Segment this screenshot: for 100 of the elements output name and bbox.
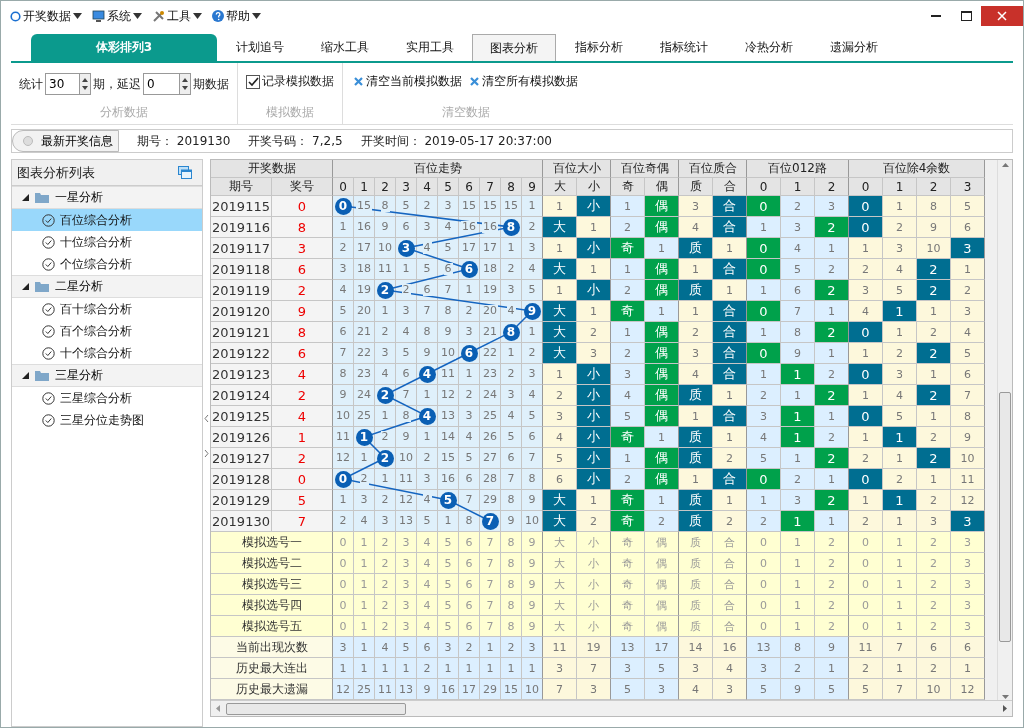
cell-number: 18: [482, 263, 498, 275]
cell-number: 3: [359, 494, 369, 506]
table-cell: 2: [815, 427, 849, 448]
periods-field[interactable]: 30: [45, 73, 79, 95]
cell-number: 5: [422, 515, 432, 527]
cell-number: 7: [464, 494, 474, 506]
table-cell: 2: [815, 532, 849, 553]
table-cell: 小: [577, 532, 611, 553]
tab[interactable]: 图表分析: [472, 34, 556, 61]
tab[interactable]: 实用工具: [387, 34, 472, 61]
menu-item[interactable]: 开奖数据: [5, 5, 87, 27]
table-cell: 3: [679, 658, 713, 679]
cell-number: 4: [338, 284, 348, 296]
clear-button[interactable]: 清空当前模拟数据: [351, 73, 465, 90]
cell-number: 11: [398, 473, 414, 485]
delay-field[interactable]: 0: [143, 73, 179, 95]
checkbox[interactable]: [246, 74, 260, 89]
latest-draw-toggle[interactable]: 最新开奖信息: [12, 130, 119, 152]
cell-number: 8: [380, 200, 390, 212]
clear-button[interactable]: 清空所有模拟数据: [467, 73, 581, 90]
table-cell: 1: [849, 238, 883, 259]
draw-number-cell: 2: [272, 385, 333, 406]
group-caption: 清空数据: [442, 104, 490, 121]
menu-item[interactable]: 帮助: [207, 5, 266, 27]
row-label: 历史最大连出: [211, 658, 333, 679]
tree-item[interactable]: 百位综合分析: [12, 209, 202, 231]
spinner-arrows-icon[interactable]: [179, 73, 191, 95]
cell-number: 2: [359, 473, 369, 485]
cell-number: 16: [482, 221, 498, 233]
cell-number: 14: [440, 431, 456, 443]
tab[interactable]: 冷热分析: [726, 34, 811, 61]
table-cell: 4: [679, 679, 713, 700]
table-cell: 0: [849, 595, 883, 616]
collapse-right-icon[interactable]: [204, 449, 209, 458]
tab[interactable]: 计划追号: [217, 34, 302, 61]
cell-number: 2: [380, 494, 390, 506]
table-cell: 0: [747, 616, 781, 637]
cell-number: 23: [356, 368, 372, 380]
number-ball: 2: [376, 386, 394, 404]
period-cell: 2019120: [211, 301, 272, 322]
table-cell: 质: [679, 448, 713, 469]
menu-item[interactable]: 系统: [87, 5, 147, 27]
cell-number: 1: [380, 305, 390, 317]
period-cell: 2019125: [211, 406, 272, 427]
table-cell: 合: [713, 595, 747, 616]
table-cell: 质: [679, 427, 713, 448]
table-cell: 0: [849, 469, 883, 490]
table-cell: 5: [645, 658, 679, 679]
table-cell: 12: [333, 679, 354, 700]
table-cell: 3: [611, 364, 645, 385]
table-cell: 5: [611, 679, 645, 700]
cell-number: 5: [401, 347, 411, 359]
tab[interactable]: 遗漏分析: [811, 34, 896, 61]
table-cell: 4: [417, 574, 438, 595]
table-cell: 7: [883, 637, 917, 658]
table-cell: 2: [417, 658, 438, 679]
number-ball: 3: [397, 239, 415, 257]
table-cell: 1: [333, 658, 354, 679]
table-cell: 3: [396, 532, 417, 553]
clock-icon: [42, 257, 55, 271]
vertical-scrollbar[interactable]: [997, 160, 1012, 700]
table-cell: 2: [815, 217, 849, 238]
menu-item[interactable]: 工具: [147, 5, 207, 27]
horizontal-scrollbar[interactable]: [211, 700, 1012, 716]
number-ball: 0: [334, 197, 352, 215]
tab[interactable]: 指标统计: [641, 34, 726, 61]
table-cell: 3: [396, 616, 417, 637]
table-cell: 奇: [611, 553, 645, 574]
collapse-left-icon[interactable]: [204, 414, 209, 423]
tab[interactable]: 指标分析: [556, 34, 641, 61]
tree-group[interactable]: 一星分析: [12, 186, 202, 209]
table-cell: 1: [645, 301, 679, 322]
table-cell: 1: [747, 217, 781, 238]
table-cell: 2: [815, 574, 849, 595]
table-cell: 4: [951, 322, 985, 343]
cell-number: 25: [482, 410, 498, 422]
scroll-right-icon: [1003, 705, 1008, 712]
cell-number: 6: [464, 473, 474, 485]
spinner-arrows-icon[interactable]: [79, 73, 91, 95]
cell-number: 3: [380, 515, 390, 527]
table-cell: 9: [522, 595, 543, 616]
table-cell: 0: [747, 553, 781, 574]
table-cell: 6: [459, 595, 480, 616]
table-cell: 1: [645, 238, 679, 259]
cell-number: 10: [335, 410, 351, 422]
table-cell: 小: [577, 196, 611, 217]
cell-number: 8: [422, 326, 432, 338]
cell-number: 17: [356, 242, 372, 254]
table-cell: 3: [577, 343, 611, 364]
tab[interactable]: 缩水工具: [302, 34, 387, 61]
table-cell: 偶: [645, 259, 679, 280]
table-cell: 3: [917, 511, 951, 532]
table-cell: 1: [396, 658, 417, 679]
table-cell: 偶: [645, 217, 679, 238]
tree-group[interactable]: 二星分析: [12, 275, 202, 298]
help-icon: [212, 10, 224, 22]
tree-group[interactable]: 三星分析: [12, 364, 202, 387]
windows-icon[interactable]: [178, 166, 192, 179]
table-cell: 0: [747, 238, 781, 259]
checkbox-label[interactable]: 记录模拟数据: [262, 73, 334, 90]
